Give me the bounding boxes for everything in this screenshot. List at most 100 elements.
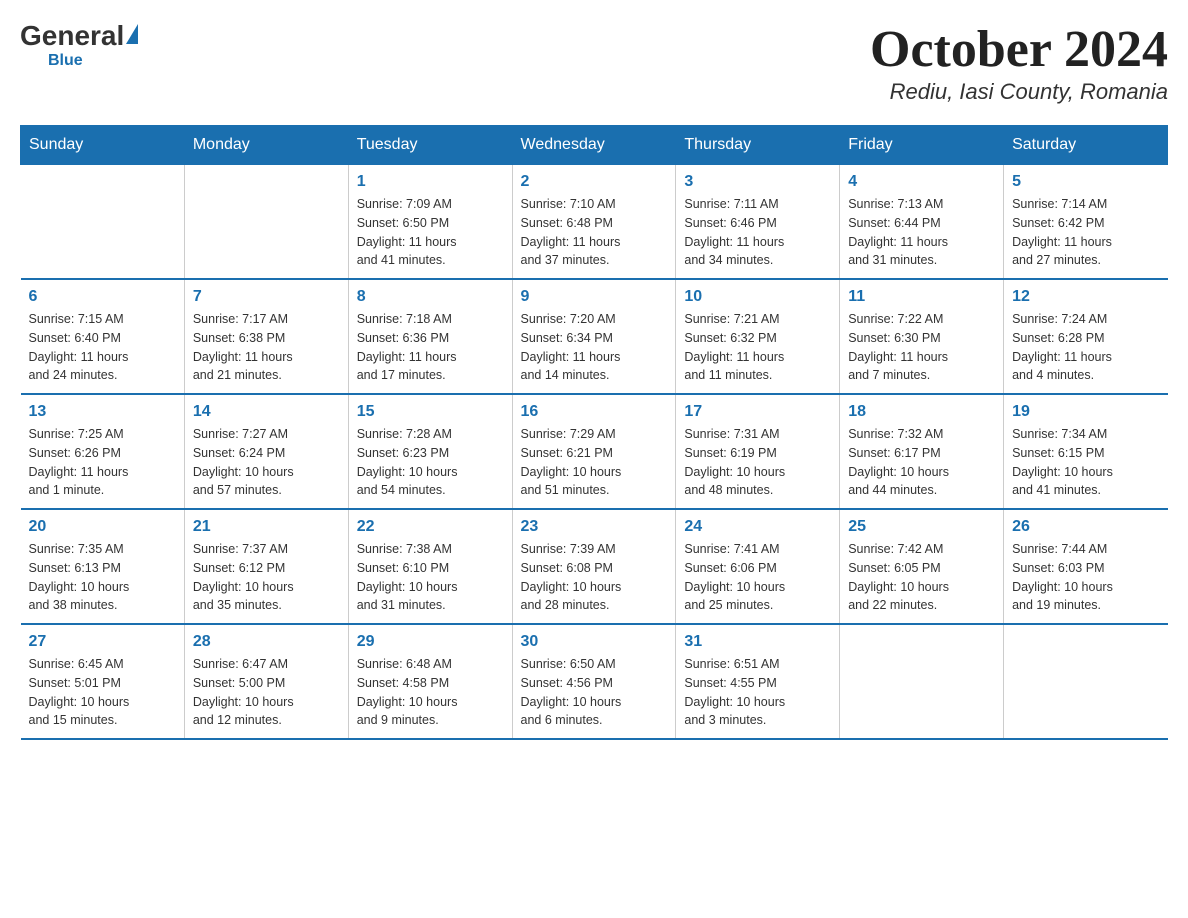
logo-blue-text: Blue: [48, 52, 83, 70]
day-number: 10: [684, 288, 831, 306]
table-row: 26 Sunrise: 7:44 AM Sunset: 6:03 PM Dayli…: [1004, 509, 1168, 624]
table-row: 6 Sunrise: 7:15 AM Sunset: 6:40 PM Daylig…: [21, 279, 185, 394]
title-section: October 2024 Rediu, Iasi County, Romania: [870, 20, 1168, 105]
day-number: 6: [29, 288, 176, 306]
table-row: [840, 624, 1004, 739]
day-number: 11: [848, 288, 995, 306]
day-info: Sunrise: 7:39 AM Sunset: 6:08 PM Dayligh…: [521, 540, 668, 615]
day-number: 5: [1012, 173, 1159, 191]
table-row: 12 Sunrise: 7:24 AM Sunset: 6:28 PM Dayli…: [1004, 279, 1168, 394]
day-number: 16: [521, 403, 668, 421]
day-info: Sunrise: 7:25 AM Sunset: 6:26 PM Dayligh…: [29, 425, 176, 500]
day-info: Sunrise: 7:28 AM Sunset: 6:23 PM Dayligh…: [357, 425, 504, 500]
day-info: Sunrise: 6:51 AM Sunset: 4:55 PM Dayligh…: [684, 655, 831, 730]
table-row: 9 Sunrise: 7:20 AM Sunset: 6:34 PM Daylig…: [512, 279, 676, 394]
day-number: 26: [1012, 518, 1159, 536]
day-info: Sunrise: 7:32 AM Sunset: 6:17 PM Dayligh…: [848, 425, 995, 500]
day-info: Sunrise: 7:37 AM Sunset: 6:12 PM Dayligh…: [193, 540, 340, 615]
day-number: 25: [848, 518, 995, 536]
day-number: 12: [1012, 288, 1159, 306]
day-info: Sunrise: 7:17 AM Sunset: 6:38 PM Dayligh…: [193, 310, 340, 385]
day-info: Sunrise: 7:34 AM Sunset: 6:15 PM Dayligh…: [1012, 425, 1159, 500]
day-info: Sunrise: 6:47 AM Sunset: 5:00 PM Dayligh…: [193, 655, 340, 730]
day-number: 13: [29, 403, 176, 421]
day-info: Sunrise: 7:41 AM Sunset: 6:06 PM Dayligh…: [684, 540, 831, 615]
day-number: 29: [357, 633, 504, 651]
calendar-header: Sunday Monday Tuesday Wednesday Thursday…: [21, 126, 1168, 165]
table-row: 30Sunrise: 6:50 AM Sunset: 4:56 PM Dayli…: [512, 624, 676, 739]
day-info: Sunrise: 7:27 AM Sunset: 6:24 PM Dayligh…: [193, 425, 340, 500]
day-info: Sunrise: 7:15 AM Sunset: 6:40 PM Dayligh…: [29, 310, 176, 385]
table-row: 22 Sunrise: 7:38 AM Sunset: 6:10 PM Dayli…: [348, 509, 512, 624]
day-number: 22: [357, 518, 504, 536]
calendar-row: 13 Sunrise: 7:25 AM Sunset: 6:26 PM Dayli…: [21, 394, 1168, 509]
col-wednesday: Wednesday: [512, 126, 676, 165]
table-row: 21 Sunrise: 7:37 AM Sunset: 6:12 PM Dayli…: [184, 509, 348, 624]
day-info: Sunrise: 7:38 AM Sunset: 6:10 PM Dayligh…: [357, 540, 504, 615]
calendar-row: 6 Sunrise: 7:15 AM Sunset: 6:40 PM Daylig…: [21, 279, 1168, 394]
table-row: 4 Sunrise: 7:13 AM Sunset: 6:44 PM Daylig…: [840, 165, 1004, 280]
table-row: 25Sunrise: 7:42 AM Sunset: 6:05 PM Dayli…: [840, 509, 1004, 624]
table-row: 5 Sunrise: 7:14 AM Sunset: 6:42 PM Daylig…: [1004, 165, 1168, 280]
day-info: Sunrise: 7:20 AM Sunset: 6:34 PM Dayligh…: [521, 310, 668, 385]
day-info: Sunrise: 7:31 AM Sunset: 6:19 PM Dayligh…: [684, 425, 831, 500]
col-tuesday: Tuesday: [348, 126, 512, 165]
day-info: Sunrise: 7:35 AM Sunset: 6:13 PM Dayligh…: [29, 540, 176, 615]
day-number: 21: [193, 518, 340, 536]
table-row: 13 Sunrise: 7:25 AM Sunset: 6:26 PM Dayli…: [21, 394, 185, 509]
day-info: Sunrise: 7:44 AM Sunset: 6:03 PM Dayligh…: [1012, 540, 1159, 615]
day-number: 8: [357, 288, 504, 306]
table-row: 24 Sunrise: 7:41 AM Sunset: 6:06 PM Dayli…: [676, 509, 840, 624]
table-row: 27 Sunrise: 6:45 AM Sunset: 5:01 PM Dayli…: [21, 624, 185, 739]
logo-triangle-icon: [126, 24, 138, 44]
day-number: 23: [521, 518, 668, 536]
day-info: Sunrise: 6:45 AM Sunset: 5:01 PM Dayligh…: [29, 655, 176, 730]
table-row: 1 Sunrise: 7:09 AM Sunset: 6:50 PM Daylig…: [348, 165, 512, 280]
col-thursday: Thursday: [676, 126, 840, 165]
col-friday: Friday: [840, 126, 1004, 165]
day-number: 17: [684, 403, 831, 421]
day-number: 15: [357, 403, 504, 421]
calendar-row: 20 Sunrise: 7:35 AM Sunset: 6:13 PM Dayli…: [21, 509, 1168, 624]
table-row: 20 Sunrise: 7:35 AM Sunset: 6:13 PM Dayli…: [21, 509, 185, 624]
day-info: Sunrise: 7:14 AM Sunset: 6:42 PM Dayligh…: [1012, 195, 1159, 270]
table-row: [21, 165, 185, 280]
table-row: 31 Sunrise: 6:51 AM Sunset: 4:55 PM Dayli…: [676, 624, 840, 739]
table-row: 15 Sunrise: 7:28 AM Sunset: 6:23 PM Dayli…: [348, 394, 512, 509]
calendar-row: 27 Sunrise: 6:45 AM Sunset: 5:01 PM Dayli…: [21, 624, 1168, 739]
table-row: 29 Sunrise: 6:48 AM Sunset: 4:58 PM Dayli…: [348, 624, 512, 739]
logo: General Blue: [20, 20, 138, 70]
day-info: Sunrise: 6:48 AM Sunset: 4:58 PM Dayligh…: [357, 655, 504, 730]
day-number: 9: [521, 288, 668, 306]
table-row: 11 Sunrise: 7:22 AM Sunset: 6:30 PM Dayli…: [840, 279, 1004, 394]
table-row: 16Sunrise: 7:29 AM Sunset: 6:21 PM Dayli…: [512, 394, 676, 509]
day-number: 27: [29, 633, 176, 651]
day-number: 1: [357, 173, 504, 191]
page-header: General Blue October 2024 Rediu, Iasi Co…: [20, 20, 1168, 105]
day-info: Sunrise: 7:18 AM Sunset: 6:36 PM Dayligh…: [357, 310, 504, 385]
day-info: Sunrise: 7:22 AM Sunset: 6:30 PM Dayligh…: [848, 310, 995, 385]
day-number: 4: [848, 173, 995, 191]
day-number: 18: [848, 403, 995, 421]
day-number: 7: [193, 288, 340, 306]
table-row: 28 Sunrise: 6:47 AM Sunset: 5:00 PM Dayli…: [184, 624, 348, 739]
day-number: 20: [29, 518, 176, 536]
day-info: Sunrise: 7:10 AM Sunset: 6:48 PM Dayligh…: [521, 195, 668, 270]
col-saturday: Saturday: [1004, 126, 1168, 165]
table-row: 17 Sunrise: 7:31 AM Sunset: 6:19 PM Dayli…: [676, 394, 840, 509]
day-number: 31: [684, 633, 831, 651]
day-number: 14: [193, 403, 340, 421]
day-info: Sunrise: 7:13 AM Sunset: 6:44 PM Dayligh…: [848, 195, 995, 270]
logo-general-text: General: [20, 20, 124, 52]
day-number: 24: [684, 518, 831, 536]
day-info: Sunrise: 7:24 AM Sunset: 6:28 PM Dayligh…: [1012, 310, 1159, 385]
day-info: Sunrise: 7:09 AM Sunset: 6:50 PM Dayligh…: [357, 195, 504, 270]
table-row: [1004, 624, 1168, 739]
day-number: 28: [193, 633, 340, 651]
header-row: Sunday Monday Tuesday Wednesday Thursday…: [21, 126, 1168, 165]
table-row: 7 Sunrise: 7:17 AM Sunset: 6:38 PM Daylig…: [184, 279, 348, 394]
table-row: 10 Sunrise: 7:21 AM Sunset: 6:32 PM Dayli…: [676, 279, 840, 394]
day-number: 3: [684, 173, 831, 191]
day-info: Sunrise: 7:21 AM Sunset: 6:32 PM Dayligh…: [684, 310, 831, 385]
day-info: Sunrise: 6:50 AM Sunset: 4:56 PM Dayligh…: [521, 655, 668, 730]
